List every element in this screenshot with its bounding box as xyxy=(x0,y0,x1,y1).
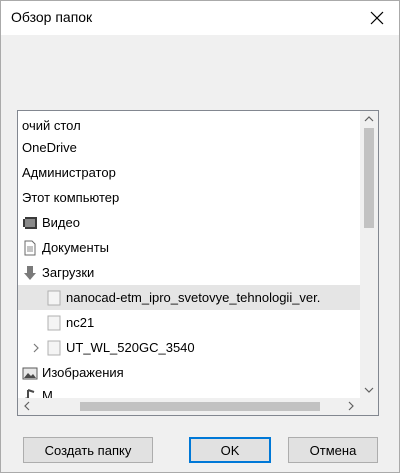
cancel-button[interactable]: Отмена xyxy=(288,437,378,463)
vertical-scrollbar[interactable] xyxy=(360,111,378,398)
tree-item-label: Видео xyxy=(42,215,80,230)
pictures-folder-icon xyxy=(22,365,38,381)
horizontal-scroll-thumb[interactable] xyxy=(80,402,320,411)
tree-item-label: М... xyxy=(42,388,64,398)
folder-icon xyxy=(46,290,62,306)
expand-chevron-icon[interactable] xyxy=(31,343,41,353)
music-folder-icon xyxy=(22,388,38,398)
tree-item-label: Загрузки xyxy=(42,265,95,280)
browse-folders-dialog: Обзор папок очий стол OneDrive Администр… xyxy=(0,0,400,473)
tree-item-pictures[interactable]: Изображения xyxy=(22,360,360,385)
tree-item-downloads[interactable]: Загрузки xyxy=(22,260,360,285)
downloads-folder-icon xyxy=(22,265,38,281)
tree-item-label: OneDrive xyxy=(22,140,77,155)
tree-item-label: nc21 xyxy=(66,315,95,330)
scroll-down-arrow-icon[interactable] xyxy=(364,385,374,395)
dialog-title: Обзор папок xyxy=(11,9,93,25)
tree-item-label: nanocad-etm_ipro_svetovye_tehnologii_ver… xyxy=(66,290,321,305)
title-bar: Обзор папок xyxy=(1,1,399,35)
tree-item-this-pc[interactable]: Этот компьютер xyxy=(22,185,360,210)
scroll-left-arrow-icon[interactable] xyxy=(22,401,32,411)
dialog-description xyxy=(15,45,385,95)
tree-item-onedrive[interactable]: OneDrive xyxy=(22,135,360,160)
tree-item-label: UT_WL_520GC_3540 xyxy=(66,340,195,355)
ok-button[interactable]: OK xyxy=(189,437,271,463)
horizontal-scrollbar[interactable] xyxy=(18,398,360,415)
close-icon xyxy=(370,11,384,25)
folder-tree-items: очий стол OneDrive Администратор Этот ко… xyxy=(18,111,360,398)
tree-item-nc21[interactable]: nc21 xyxy=(18,310,360,335)
scroll-up-arrow-icon[interactable] xyxy=(364,114,374,124)
new-folder-button[interactable]: Создать папку xyxy=(23,437,153,463)
folder-icon xyxy=(46,315,62,331)
video-folder-icon xyxy=(22,215,38,231)
scrollbar-corner xyxy=(360,398,378,415)
tree-item-label: Документы xyxy=(42,240,110,255)
tree-item-documents[interactable]: Документы xyxy=(22,235,360,260)
documents-folder-icon xyxy=(22,240,38,256)
tree-item-nanocad-folder[interactable]: nanocad-etm_ipro_svetovye_tehnologii_ver… xyxy=(18,285,360,310)
vertical-scroll-thumb[interactable] xyxy=(364,128,374,228)
folder-tree[interactable]: очий стол OneDrive Администратор Этот ко… xyxy=(17,110,379,416)
tree-item-ut-wl[interactable]: UT_WL_520GC_3540 xyxy=(18,335,360,360)
scroll-right-arrow-icon[interactable] xyxy=(346,401,356,411)
tree-item-label: Администратор xyxy=(22,165,116,180)
tree-item-label: Этот компьютер xyxy=(22,190,120,205)
tree-item-music[interactable]: М... xyxy=(22,383,360,398)
tree-item-administrator[interactable]: Администратор xyxy=(22,160,360,185)
tree-item-video[interactable]: Видео xyxy=(22,210,360,235)
tree-item-label: Изображения xyxy=(42,365,124,380)
close-button[interactable] xyxy=(363,4,391,32)
tree-item-label: очий стол xyxy=(22,118,81,133)
folder-icon xyxy=(46,340,62,356)
